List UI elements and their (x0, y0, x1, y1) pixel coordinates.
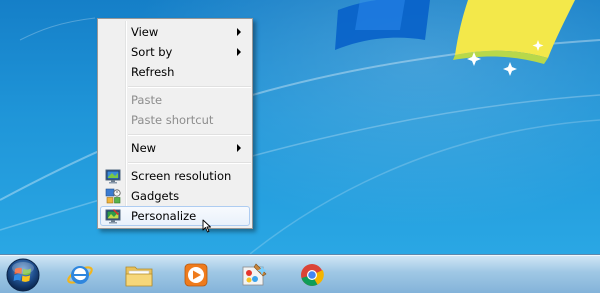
menu-item-view[interactable]: View (100, 22, 250, 42)
submenu-arrow-icon (237, 28, 241, 36)
desktop-wallpaper (0, 0, 600, 254)
submenu-arrow-icon (237, 144, 241, 152)
menu-item-new[interactable]: New (100, 138, 250, 158)
menu-separator (128, 134, 251, 136)
menu-item-paste-shortcut: Paste shortcut (100, 110, 250, 130)
windows-orb-icon[interactable] (5, 257, 41, 293)
menu-item-label: New (131, 141, 157, 155)
taskbar (0, 254, 600, 293)
taskbar-button-chrome[interactable] (292, 258, 332, 292)
taskbar-button-file-explorer[interactable] (118, 258, 158, 292)
menu-item-screen-resolution[interactable]: Screen resolution (100, 166, 250, 186)
internet-explorer-icon (67, 266, 93, 284)
menu-item-sort-by[interactable]: Sort by (100, 42, 250, 62)
taskbar-button-paint[interactable] (234, 258, 274, 292)
screen-resolution-icon (105, 169, 121, 184)
menu-item-gadgets[interactable]: Gadgets (100, 186, 250, 206)
submenu-arrow-icon (237, 48, 241, 56)
menu-item-label: View (131, 25, 159, 39)
menu-item-label: Refresh (131, 65, 175, 79)
menu-item-label: Paste shortcut (131, 113, 214, 127)
media-player-icon (184, 263, 208, 287)
menu-item-personalize[interactable]: Personalize (100, 206, 250, 226)
menu-item-label: Personalize (131, 209, 197, 223)
personalize-icon (105, 209, 121, 224)
menu-item-label: Sort by (131, 45, 173, 59)
menu-separator (128, 162, 251, 164)
menu-separator (128, 86, 251, 88)
chrome-icon (301, 264, 324, 286)
file-explorer-icon (125, 266, 153, 287)
menu-item-paste: Paste (100, 90, 250, 110)
menu-item-label: Paste (131, 93, 163, 107)
paint-icon (242, 263, 267, 286)
taskbar-button-media-player[interactable] (176, 258, 216, 292)
mouse-cursor-icon (202, 219, 211, 233)
taskbar-button-internet-explorer[interactable] (60, 258, 100, 292)
menu-item-label: Screen resolution (131, 169, 232, 183)
desktop-context-menu: View Sort by Refresh Paste Paste shortcu… (97, 18, 253, 229)
menu-item-label: Gadgets (131, 189, 180, 203)
menu-item-refresh[interactable]: Refresh (100, 62, 250, 82)
gadgets-icon (105, 188, 121, 204)
desktop[interactable] (0, 0, 600, 254)
